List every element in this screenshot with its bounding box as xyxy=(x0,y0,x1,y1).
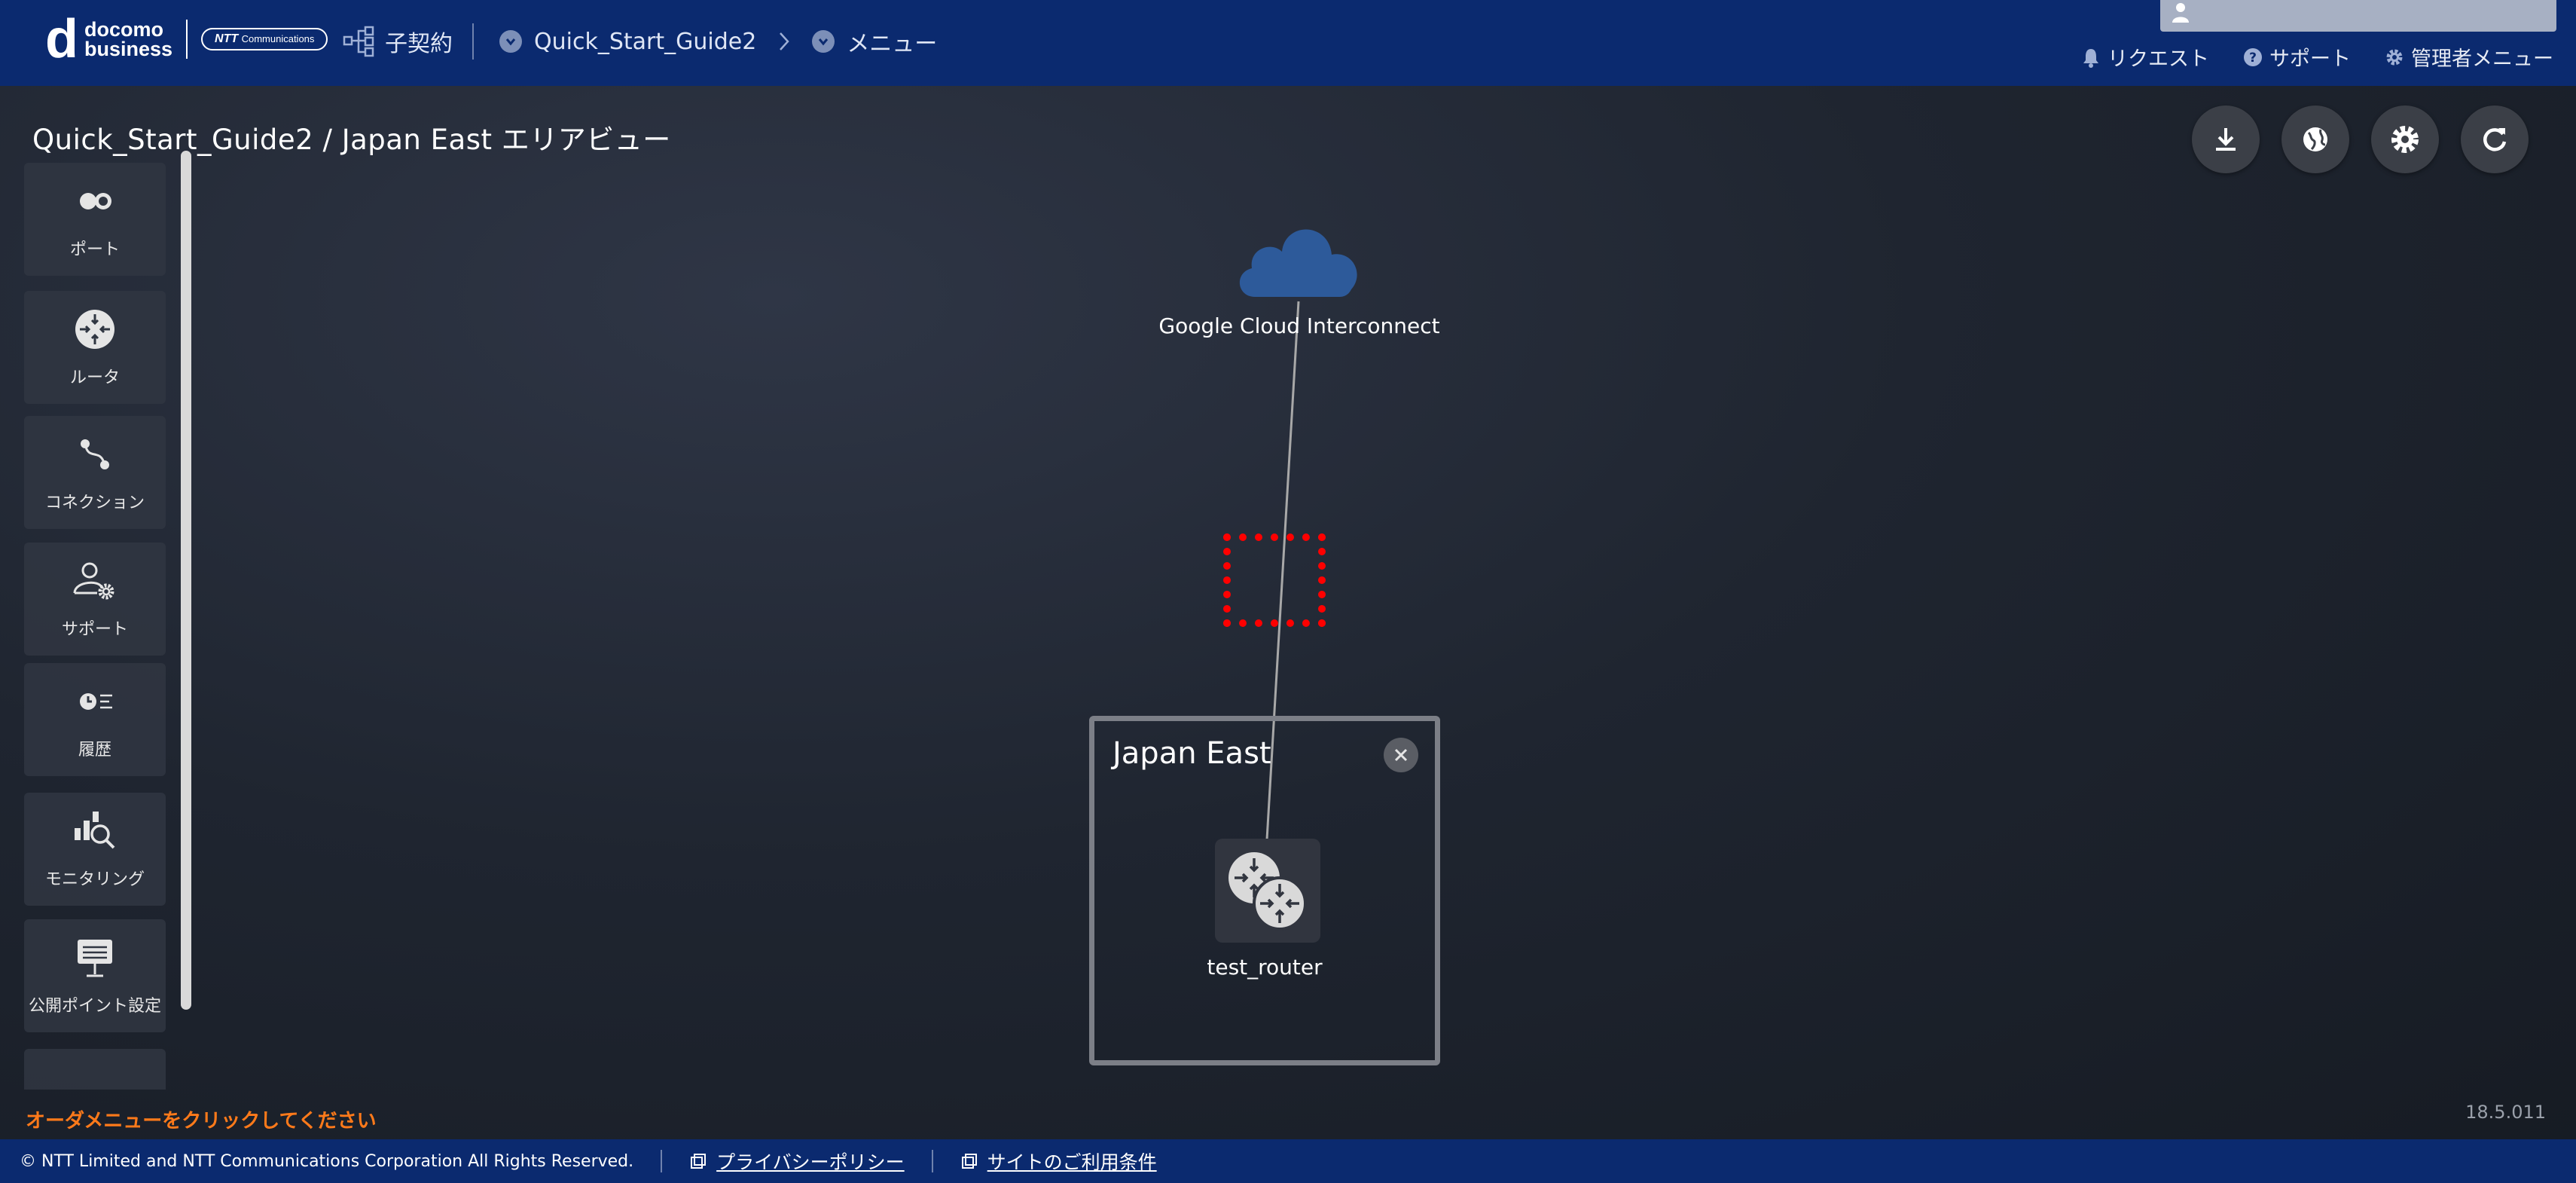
cloud-label: Google Cloud Interconnect xyxy=(1158,313,1440,338)
ntt-logo: NTT Communications xyxy=(201,28,328,50)
request-link[interactable]: リクエスト xyxy=(2080,42,2209,72)
top-header: d docomo business NTT Communications 子契約 xyxy=(0,0,2576,86)
area-japan-east[interactable]: Japan East test_router xyxy=(1089,716,1440,1065)
docomo-business-logo[interactable]: d docomo business NTT Communications xyxy=(45,9,328,69)
external-link-icon xyxy=(691,1154,707,1169)
footer-divider xyxy=(931,1150,933,1172)
logo-mark: d xyxy=(45,9,78,69)
router-node[interactable] xyxy=(1215,839,1320,943)
contract-label: 子契約 xyxy=(385,31,453,57)
sidebar-item-router[interactable]: ルータ xyxy=(24,291,166,404)
header-divider xyxy=(472,23,474,60)
chevron-down-icon xyxy=(499,30,522,53)
ntt-logo-sub: Communications xyxy=(241,33,315,44)
router-icon xyxy=(1228,852,1307,931)
hierarchy-icon xyxy=(343,26,374,57)
highlight-marker xyxy=(1223,533,1326,627)
terms-link[interactable]: サイトのご利用条件 xyxy=(960,1148,1157,1175)
router-icon xyxy=(69,307,121,352)
sidebar-item-label: モニタリング xyxy=(44,870,145,889)
breadcrumb-item-contract: Quick_Start_Guide2 xyxy=(534,28,757,55)
contract-selector[interactable]: 子契約 xyxy=(343,25,453,58)
sidebar-item-label: 履歴 xyxy=(78,741,111,760)
user-account-button[interactable] xyxy=(2160,0,2556,32)
logo-words: docomo business xyxy=(84,18,173,60)
sidebar-item-more[interactable] xyxy=(24,1049,166,1090)
copyright-text: © NTT Limited and NTT Communications Cor… xyxy=(20,1151,634,1171)
sidebar-item-label: ポート xyxy=(69,240,120,259)
sidebar-item-public-point[interactable]: 公開ポイント設定 xyxy=(24,919,166,1032)
refresh-button[interactable] xyxy=(2461,105,2529,173)
area-title: Japan East xyxy=(1113,736,1271,771)
footer: © NTT Limited and NTT Communications Cor… xyxy=(0,1139,2576,1183)
support-link[interactable]: ? サポート xyxy=(2242,42,2351,72)
router-label: test_router xyxy=(1207,955,1323,980)
privacy-policy-label: プライバシーポリシー xyxy=(716,1151,905,1173)
privacy-policy-link[interactable]: プライバシーポリシー xyxy=(689,1148,905,1175)
order-sidebar: ポート ルータ コネクション サポート 履歴 モニタリング 公開ポイント設定 xyxy=(24,163,167,1090)
footer-divider xyxy=(661,1150,663,1172)
sidebar-scrollbar[interactable] xyxy=(181,151,191,1010)
history-icon xyxy=(69,679,121,724)
admin-menu-label: 管理者メニュー xyxy=(2411,47,2553,71)
breadcrumb-item-menu: メニュー xyxy=(847,31,938,57)
settings-button[interactable] xyxy=(2371,105,2439,173)
user-icon xyxy=(2172,3,2189,23)
sidebar-item-support[interactable]: サポート xyxy=(24,543,166,656)
cloud-icon[interactable] xyxy=(1232,219,1365,307)
download-button[interactable] xyxy=(2192,105,2260,173)
close-icon xyxy=(1394,748,1408,762)
logo-line2: business xyxy=(84,38,173,60)
gear-icon xyxy=(2386,49,2403,65)
sidebar-item-connection[interactable]: コネクション xyxy=(24,416,166,529)
svg-text:?: ? xyxy=(2249,50,2257,66)
port-icon xyxy=(69,179,121,224)
help-icon: ? xyxy=(2244,47,2262,66)
bell-icon xyxy=(2083,48,2098,68)
admin-menu-link[interactable]: 管理者メニュー xyxy=(2384,42,2553,72)
logo-divider xyxy=(186,20,188,59)
support-user-icon xyxy=(69,558,121,604)
chevron-right-icon xyxy=(780,32,790,50)
area-close-button[interactable] xyxy=(1384,738,1418,772)
gear-icon xyxy=(2391,126,2419,153)
terms-label: サイトのご利用条件 xyxy=(987,1151,1157,1173)
monitoring-icon xyxy=(69,809,121,854)
sidebar-item-label: サポート xyxy=(61,620,128,639)
sidebar-item-label: ルータ xyxy=(69,368,120,387)
chevron-down-icon xyxy=(812,30,835,53)
sidebar-item-history[interactable]: 履歴 xyxy=(24,663,166,776)
logo-line1: docomo xyxy=(84,18,163,41)
globe-icon xyxy=(2303,127,2327,151)
download-icon xyxy=(2216,128,2236,151)
more-item-icon xyxy=(69,1077,121,1090)
sidebar-item-port[interactable]: ポート xyxy=(24,163,166,276)
breadcrumb-menu[interactable]: メニュー xyxy=(812,25,937,58)
sidebar-item-label: 公開ポイント設定 xyxy=(28,997,161,1016)
refresh-icon xyxy=(2483,128,2507,151)
sidebar-item-label: コネクション xyxy=(44,494,145,512)
external-link-icon xyxy=(961,1154,977,1169)
header-right-links: リクエスト ? サポート 管理者メニュー xyxy=(2080,42,2553,72)
sidebar-item-monitoring[interactable]: モニタリング xyxy=(24,793,166,906)
header-nav: 子契約 Quick_Start_Guide2 メニュー xyxy=(343,23,937,60)
page-title: Quick_Start_Guide2 / Japan East エリアビュー xyxy=(32,124,671,156)
public-point-icon xyxy=(69,935,121,980)
connection-icon xyxy=(69,432,121,477)
order-hint-message: オーダメニューをクリックしてください xyxy=(26,1110,377,1133)
request-label: リクエスト xyxy=(2107,47,2209,71)
version-label: 18.5.011 xyxy=(2465,1102,2546,1123)
ntt-logo-text: NTT xyxy=(215,32,239,45)
breadcrumb-contract[interactable]: Quick_Start_Guide2 xyxy=(499,29,756,55)
support-label: サポート xyxy=(2269,47,2351,71)
globe-button[interactable] xyxy=(2281,105,2349,173)
